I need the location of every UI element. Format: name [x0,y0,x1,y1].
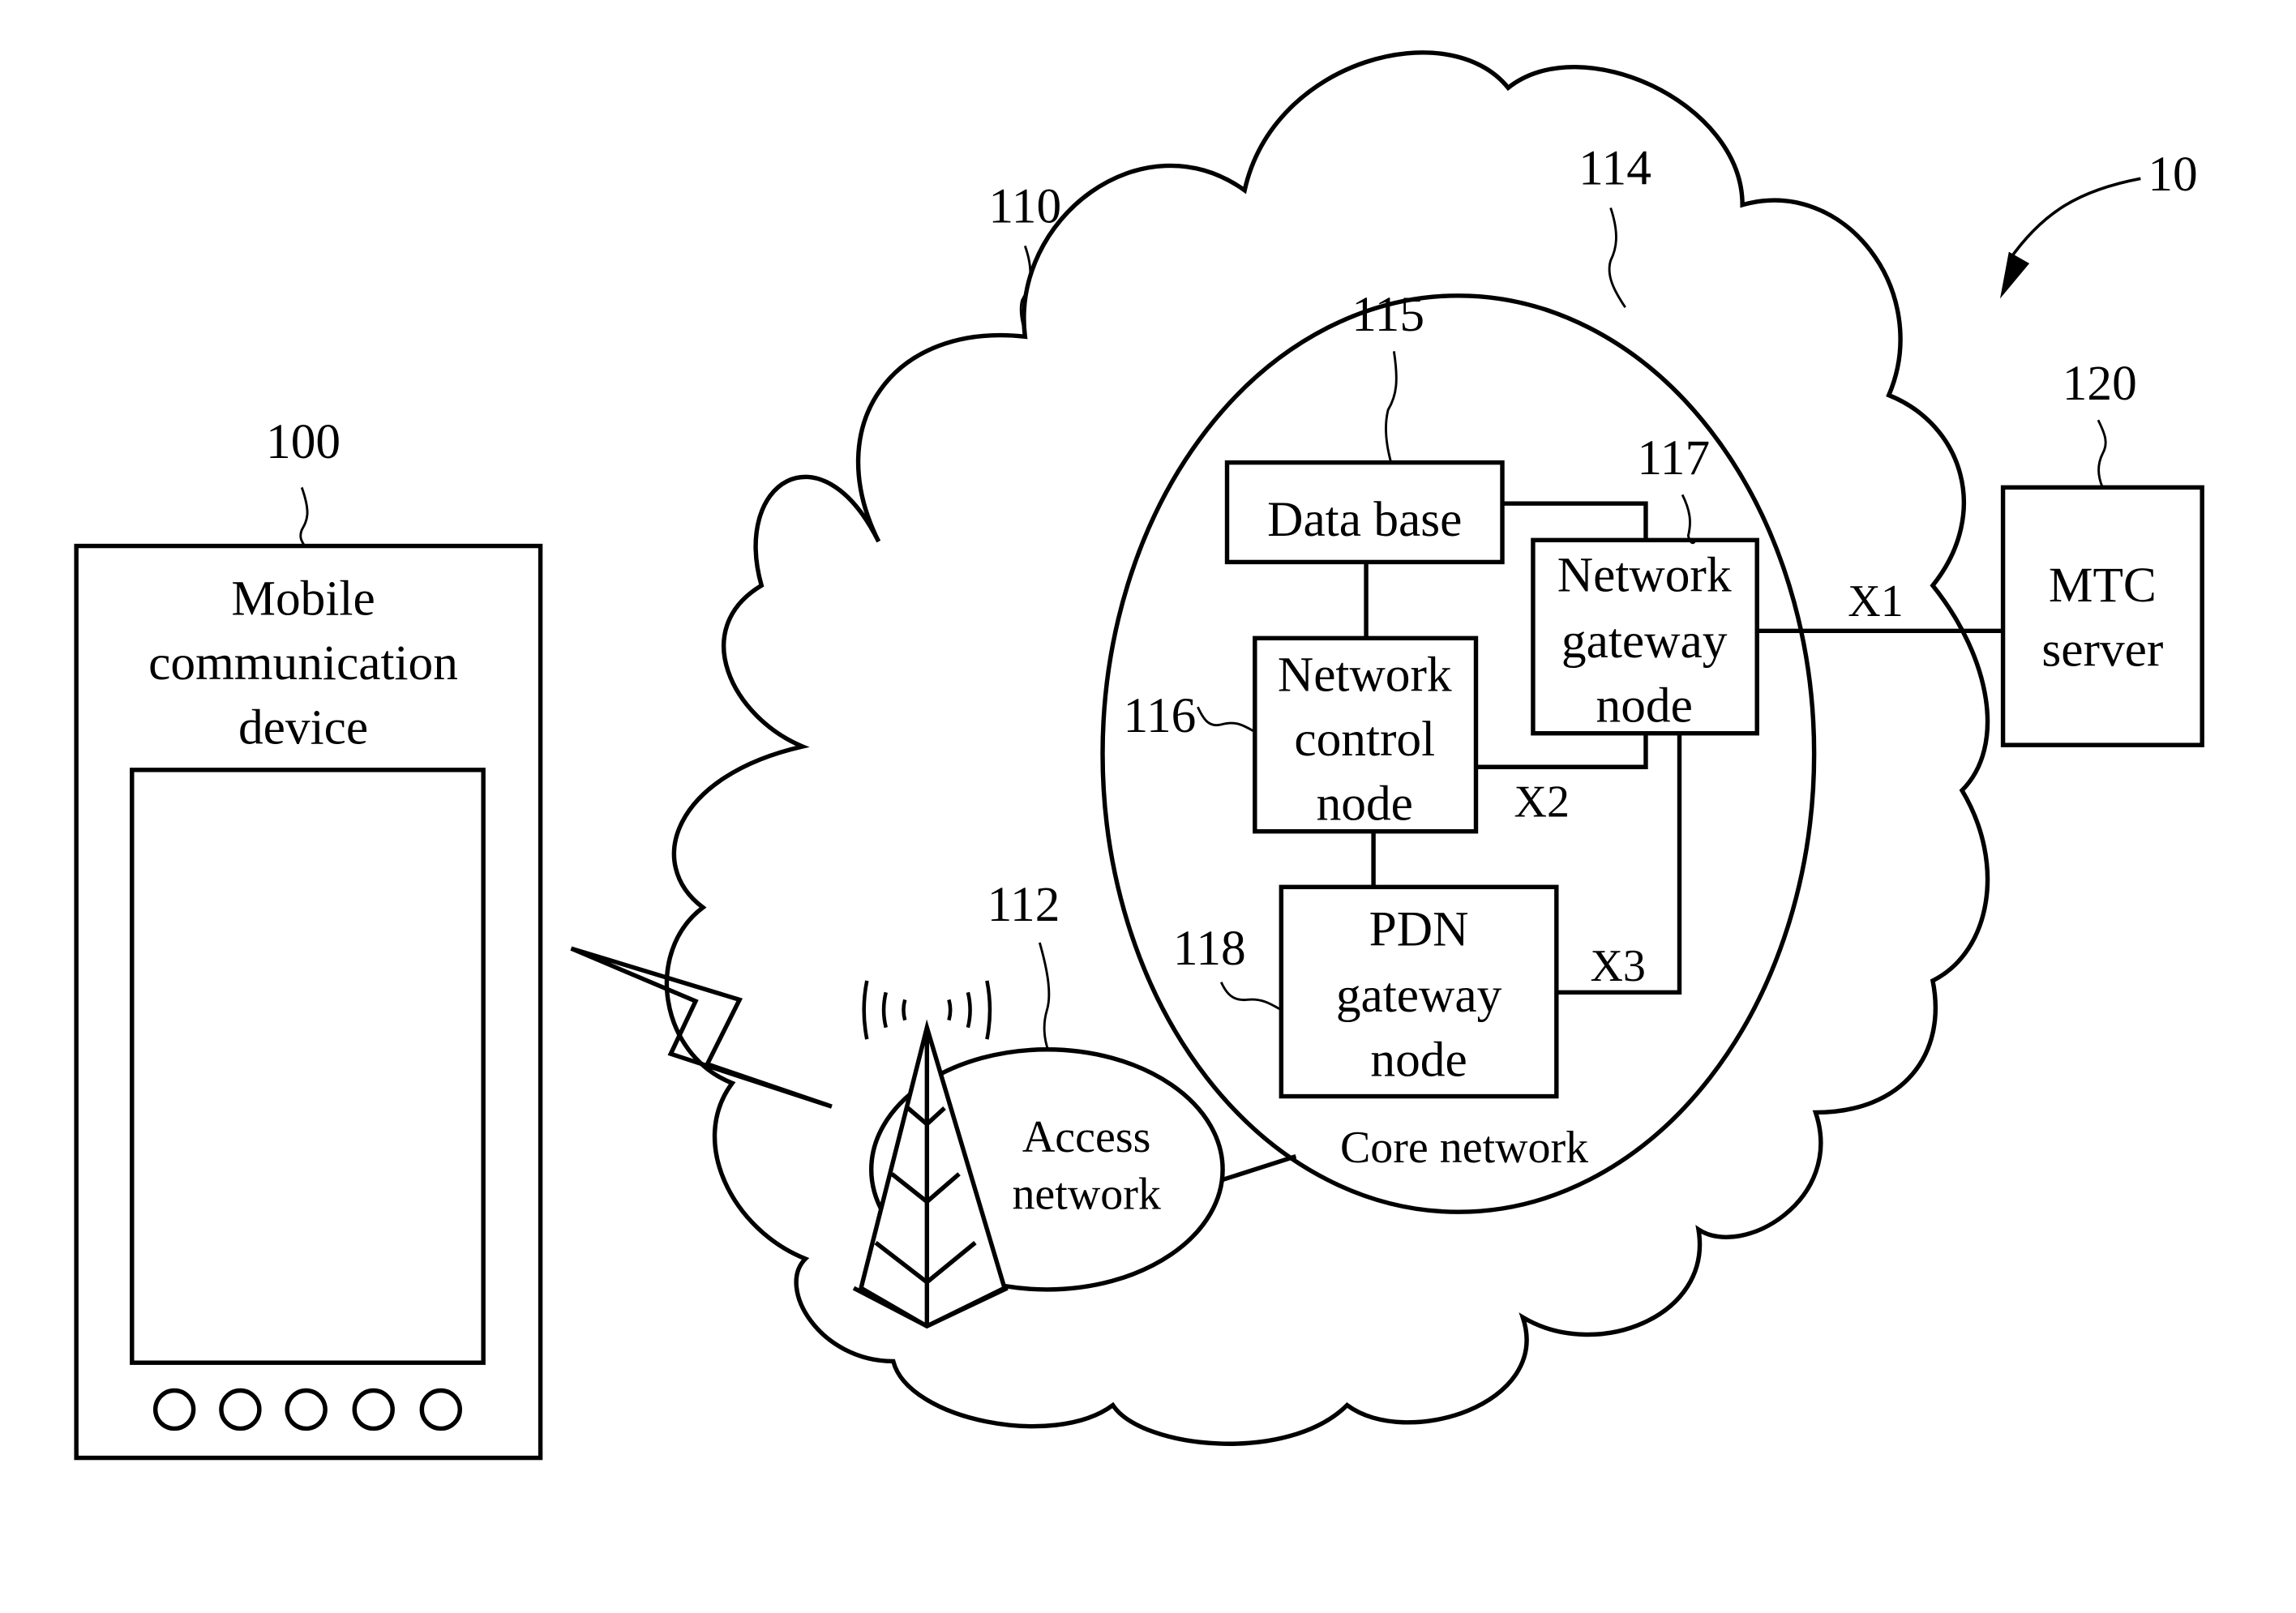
ncn-label-1: Network [1278,647,1452,702]
device-label-2: communication [148,635,458,691]
network-diagram: Mobile communication device 100 Access n… [74,50,2204,1461]
pdn-label-2: gateway [1336,968,1502,1023]
antenna-tower-icon [852,980,1009,1329]
mtc-label-1: MTC [2049,558,2157,613]
ref-10-arrow [2007,177,2141,262]
leader-115 [1385,351,1398,464]
arrowhead-icon [1999,251,2030,299]
mtc-server-box [2000,485,2204,747]
access-network-label-2: network [1012,1170,1160,1220]
ref-116: 116 [1124,688,1197,743]
pdn-label-1: PDN [1369,902,1469,957]
device-screen [130,768,486,1365]
ncn-label-2: control [1294,712,1435,767]
ngw-label-1: Network [1557,548,1732,603]
leader-100 [299,486,309,547]
access-core-link [1222,1154,1297,1183]
device-label-1: Mobile [231,571,375,626]
mobile-communication-device: Mobile communication device [74,543,543,1461]
core-network-label: Core network [1340,1123,1588,1173]
ngw-label-2: gateway [1561,614,1728,669]
interface-x2-label: X2 [1514,777,1570,828]
ref-114: 114 [1578,141,1651,196]
ref-100: 100 [266,414,341,469]
ref-120: 120 [2063,356,2137,411]
access-network-label-1: Access [1022,1112,1151,1162]
leader-112 [1038,942,1051,1052]
ncn-label-3: node [1317,776,1413,831]
leader-120 [2097,419,2107,488]
ref-115: 115 [1351,287,1424,342]
mtc-label-2: server [2041,623,2163,678]
interface-x1-label: X1 [1848,576,1903,627]
ref-117: 117 [1637,430,1710,486]
wireless-link-icon [570,946,833,1109]
leader-117 [1681,494,1697,545]
leader-118 [1219,982,1283,1012]
leader-114 [1608,207,1626,309]
database-label: Data base [1267,492,1462,547]
ref-112: 112 [987,877,1060,932]
interface-x3-label: X3 [1590,941,1645,991]
ref-110: 110 [988,178,1061,233]
ref-118: 118 [1173,921,1246,976]
ref-10: 10 [2148,147,2197,202]
leader-116 [1197,706,1256,734]
device-buttons [152,1388,462,1431]
device-label-3: device [238,700,368,755]
pdn-label-3: node [1370,1032,1467,1087]
ngw-label-3: node [1596,678,1693,733]
